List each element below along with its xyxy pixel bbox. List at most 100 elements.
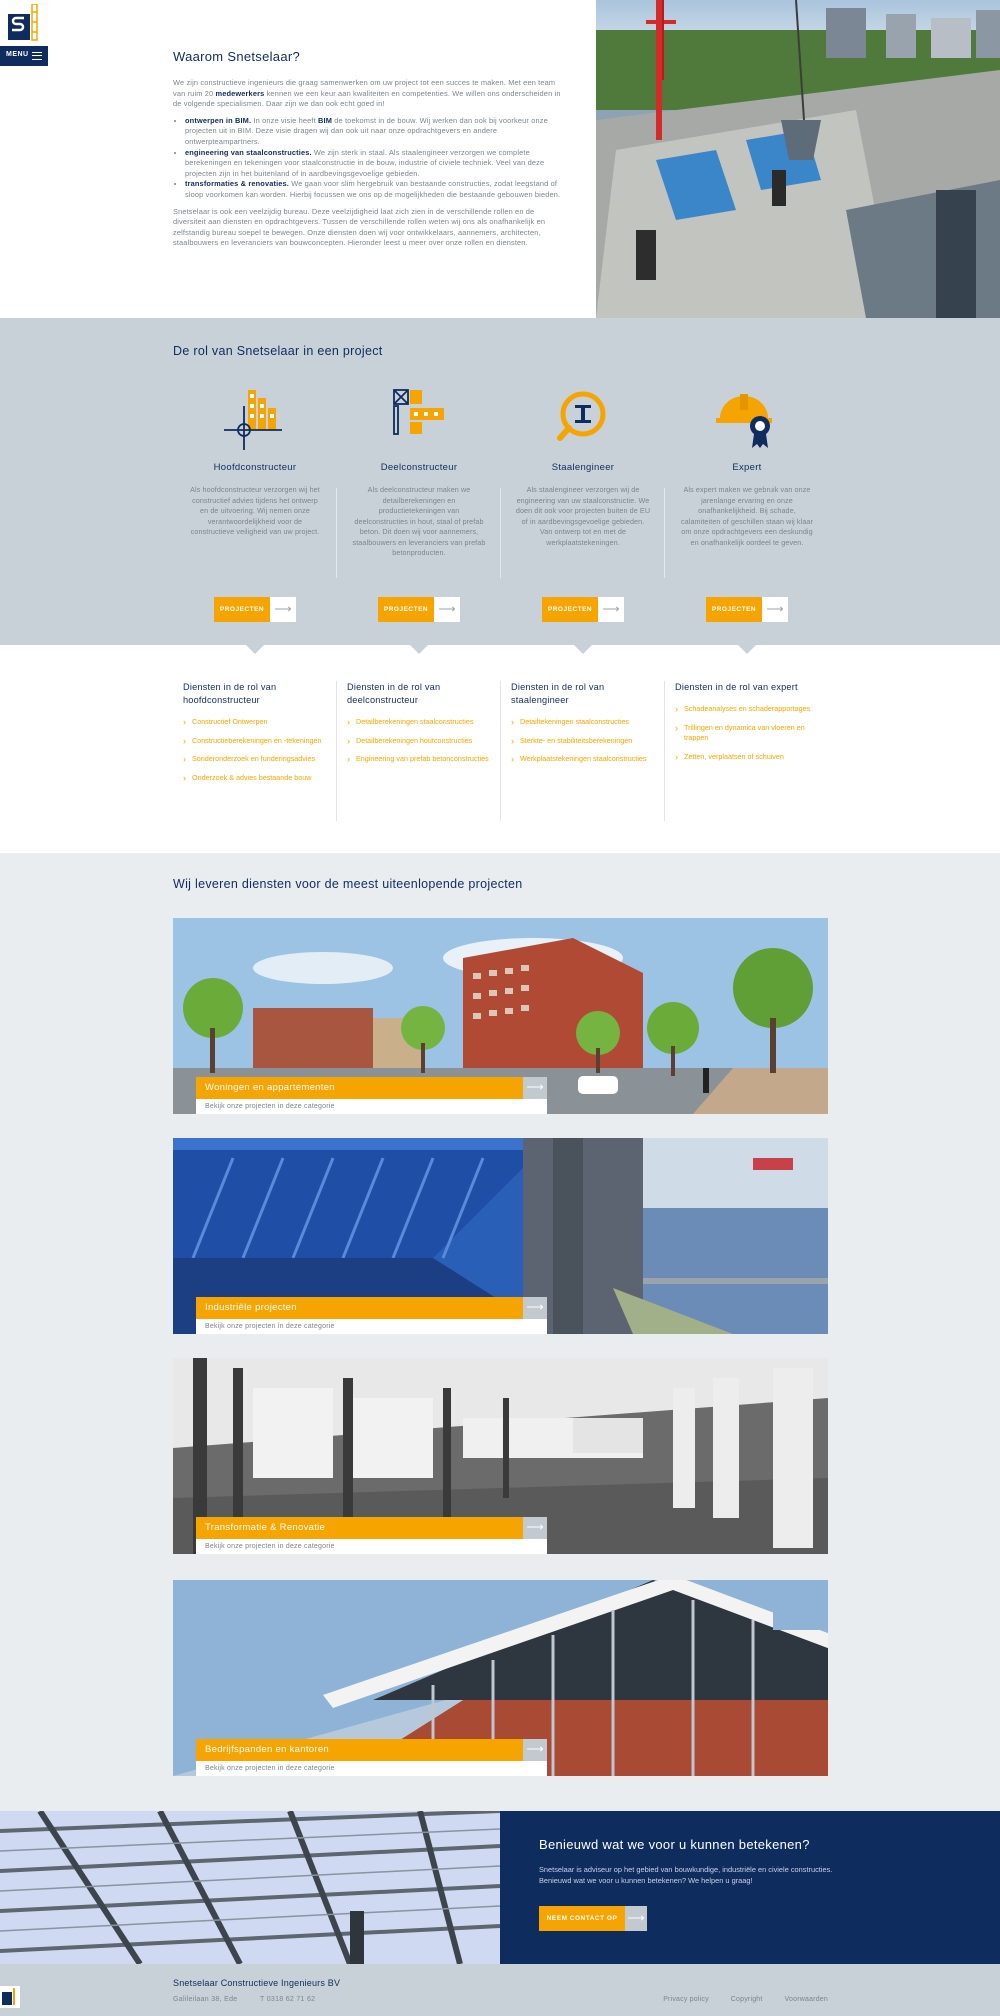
pointer-arrow <box>738 645 756 654</box>
service-link[interactable]: Detailberekeningen staalconstructies <box>347 717 501 728</box>
logo[interactable] <box>0 0 48 46</box>
arrow-right-icon: ⟶ <box>598 597 624 622</box>
pointer-arrow <box>246 645 264 654</box>
specialism-item: ontwerpen in BIM. In onze visie heeft BI… <box>185 116 568 148</box>
helmet-award-icon <box>716 394 772 448</box>
role-title: Expert <box>732 462 762 473</box>
steel-roof-photo <box>0 1811 500 1964</box>
project-subtitle: Bekijk onze projecten in deze categorie <box>196 1539 547 1554</box>
project-caption: Woningen en appartementen ⟶ Bekijk onze p… <box>196 1077 547 1114</box>
specialism-item: engineering van staalconstructies. We zi… <box>185 148 568 180</box>
specialism-item: transformaties & renovaties. We gaan voo… <box>185 179 568 200</box>
projects-title: Wij leveren diensten voor de meest uitee… <box>173 877 523 891</box>
service-link[interactable]: Schadeanalyses en schaderapportages <box>675 704 829 715</box>
role-text: Als expert maken we gebruik van onze jar… <box>680 485 814 547</box>
project-title: Industriële projecten <box>196 1297 523 1319</box>
project-subtitle: Bekijk onze projecten in deze categorie <box>196 1319 547 1334</box>
construction-parts-icon <box>393 389 444 435</box>
arrow-right-icon: ⟶ <box>625 1906 647 1931</box>
projects-button[interactable]: PROJECTEN ⟶ <box>214 597 296 622</box>
arrow-right-icon: ⟶ <box>523 1077 547 1099</box>
intro-paragraph-1: We zijn constructieve ingenieurs die gra… <box>173 78 561 109</box>
services-title: Diensten in de rol van staalengineer <box>511 682 605 705</box>
service-link[interactable]: Sterkte- en stabiliteitsberekeningen <box>511 736 665 747</box>
service-link[interactable]: Werkplaatstekeningen staalconstructies <box>511 754 665 765</box>
contact-button[interactable]: NEEM CONTACT OP ⟶ <box>539 1906 647 1931</box>
project-subtitle: Bekijk onze projecten in deze categorie <box>196 1761 547 1776</box>
employees-link[interactable]: medewerkers <box>215 89 264 98</box>
arrow-right-icon: ⟶ <box>523 1739 547 1761</box>
role-expert: Expert Als expert maken we gebruik van o… <box>665 378 829 638</box>
contact-title: Benieuwd wat we voor u kunnen betekenen? <box>539 1837 810 1852</box>
arrow-right-icon: ⟶ <box>523 1297 547 1319</box>
magnifier-beam-icon <box>557 391 606 441</box>
roles-title: De rol van Snetselaar in een project <box>173 344 383 358</box>
role-title: Staalengineer <box>551 462 615 473</box>
services-expert: Diensten in de rol van expert Schadeanal… <box>665 681 829 821</box>
project-caption: Transformatie & Renovatie ⟶ Bekijk onze p… <box>196 1517 547 1554</box>
arrow-right-icon: ⟶ <box>523 1517 547 1539</box>
intro-paragraph-2: Snetselaar is ook een veelzijdig bureau.… <box>173 206 546 248</box>
project-title: Woningen en appartementen <box>196 1077 523 1099</box>
arrow-right-icon: ⟶ <box>270 597 296 622</box>
footer-address: Galileilaan 38, Ede <box>173 1996 238 2003</box>
service-link[interactable]: Detailtekeningen staalconstructies <box>511 717 665 728</box>
service-link[interactable]: Zetten, verplaatsen of schuiven <box>675 752 829 763</box>
terms-link[interactable]: Voorwaarden <box>785 1996 828 2003</box>
footer-logo[interactable] <box>0 1986 20 2008</box>
project-card-bedrijfspanden[interactable]: Bedrijfspanden en kantoren ⟶ Bekijk onze … <box>173 1580 828 1776</box>
snetselaar-logo-icon <box>2 1988 15 2005</box>
pointer-arrow <box>574 645 592 654</box>
privacy-policy-link[interactable]: Privacy policy <box>663 1996 709 2003</box>
role-title: Deelconstructeur <box>380 462 458 473</box>
service-link[interactable]: Constructief Ontwerpen <box>183 717 337 728</box>
construction-site-photo <box>596 0 1000 318</box>
roles-section: De rol van Snetselaar in een project Hoo… <box>0 318 1000 645</box>
hamburger-icon <box>32 52 42 60</box>
project-card-industrie[interactable]: Industriële projecten ⟶ Bekijk onze proje… <box>173 1138 828 1334</box>
services-title: Diensten in de rol van expert <box>675 682 798 692</box>
project-card-woningen[interactable]: Woningen en appartementen ⟶ Bekijk onze p… <box>173 918 828 1114</box>
project-subtitle: Bekijk onze projecten in deze categorie <box>196 1099 547 1114</box>
project-title: Transformatie & Renovatie <box>196 1517 523 1539</box>
footer-phone[interactable]: T 0318 62 71 62 <box>260 1996 315 2003</box>
role-text: Als hoofdconstructeur verzorgen wij het … <box>190 485 320 536</box>
arrow-right-icon: ⟶ <box>434 597 460 622</box>
intro-title: Waarom Snetselaar? <box>173 49 301 64</box>
projects-button[interactable]: PROJECTEN ⟶ <box>706 597 788 622</box>
copyright-link[interactable]: Copyright <box>731 1996 763 2003</box>
role-title: Hoofdconstructeur <box>213 462 297 473</box>
role-hoofdconstructeur: Hoofdconstructeur Als hoofdconstructeur … <box>173 378 337 638</box>
service-link[interactable]: Engineering van prefab betonconstructies <box>347 754 501 765</box>
service-link[interactable]: Sonderonderzoek en funderingsadvies <box>183 754 337 765</box>
pointer-arrow <box>410 645 428 654</box>
project-caption: Bedrijfspanden en kantoren ⟶ Bekijk onze … <box>196 1739 547 1776</box>
contact-text: Snetselaar is adviseur op het gebied van… <box>539 1865 833 1885</box>
building-crosshair-icon <box>224 390 282 450</box>
specialism-list: ontwerpen in BIM. In onze visie heeft BI… <box>185 116 568 201</box>
projects-button[interactable]: PROJECTEN ⟶ <box>542 597 624 622</box>
services-deelconstructeur: Diensten in de rol van deelconstructeur … <box>337 681 501 821</box>
role-staalengineer: Staalengineer Als staalengineer verzorge… <box>501 378 665 638</box>
service-link[interactable]: Onderzoek & advies bestaande bouw <box>183 773 337 784</box>
intro-text: Waarom Snetselaar? We zijn constructieve… <box>173 49 568 255</box>
service-link[interactable]: Detailberekeningen houtconstructies <box>347 736 501 747</box>
arrow-right-icon: ⟶ <box>762 597 788 622</box>
intro-section: Waarom Snetselaar? We zijn constructieve… <box>0 0 1000 318</box>
snetselaar-logo-icon <box>8 4 38 41</box>
services-section: Diensten in de rol van hoofdconstructeur… <box>0 645 1000 853</box>
footer: Snetselaar Constructieve Ingenieurs BV G… <box>0 1964 1000 2016</box>
contact-panel: Benieuwd wat we voor u kunnen betekenen?… <box>500 1811 1000 1964</box>
projects-button[interactable]: PROJECTEN ⟶ <box>378 597 460 622</box>
role-text: Als staalengineer verzorgen wij de engin… <box>515 485 651 547</box>
contact-section: Benieuwd wat we voor u kunnen betekenen?… <box>0 1811 1000 1964</box>
role-text: Als deelconstructeur maken we detailbere… <box>352 485 486 557</box>
menu-button[interactable]: MENU <box>0 46 48 66</box>
projects-section: Wij leveren diensten voor de meest uitee… <box>0 853 1000 1811</box>
project-caption: Industriële projecten ⟶ Bekijk onze proje… <box>196 1297 547 1334</box>
project-card-transformatie[interactable]: Transformatie & Renovatie ⟶ Bekijk onze p… <box>173 1358 828 1554</box>
service-link[interactable]: Constructieberekeningen en -tekeningen <box>183 736 337 747</box>
footer-links: Privacy policy Copyright Voorwaarden <box>663 1996 828 2003</box>
services-hoofdconstructeur: Diensten in de rol van hoofdconstructeur… <box>173 681 337 821</box>
service-link[interactable]: Trillingen en dynamica van vloeren en tr… <box>675 723 829 744</box>
